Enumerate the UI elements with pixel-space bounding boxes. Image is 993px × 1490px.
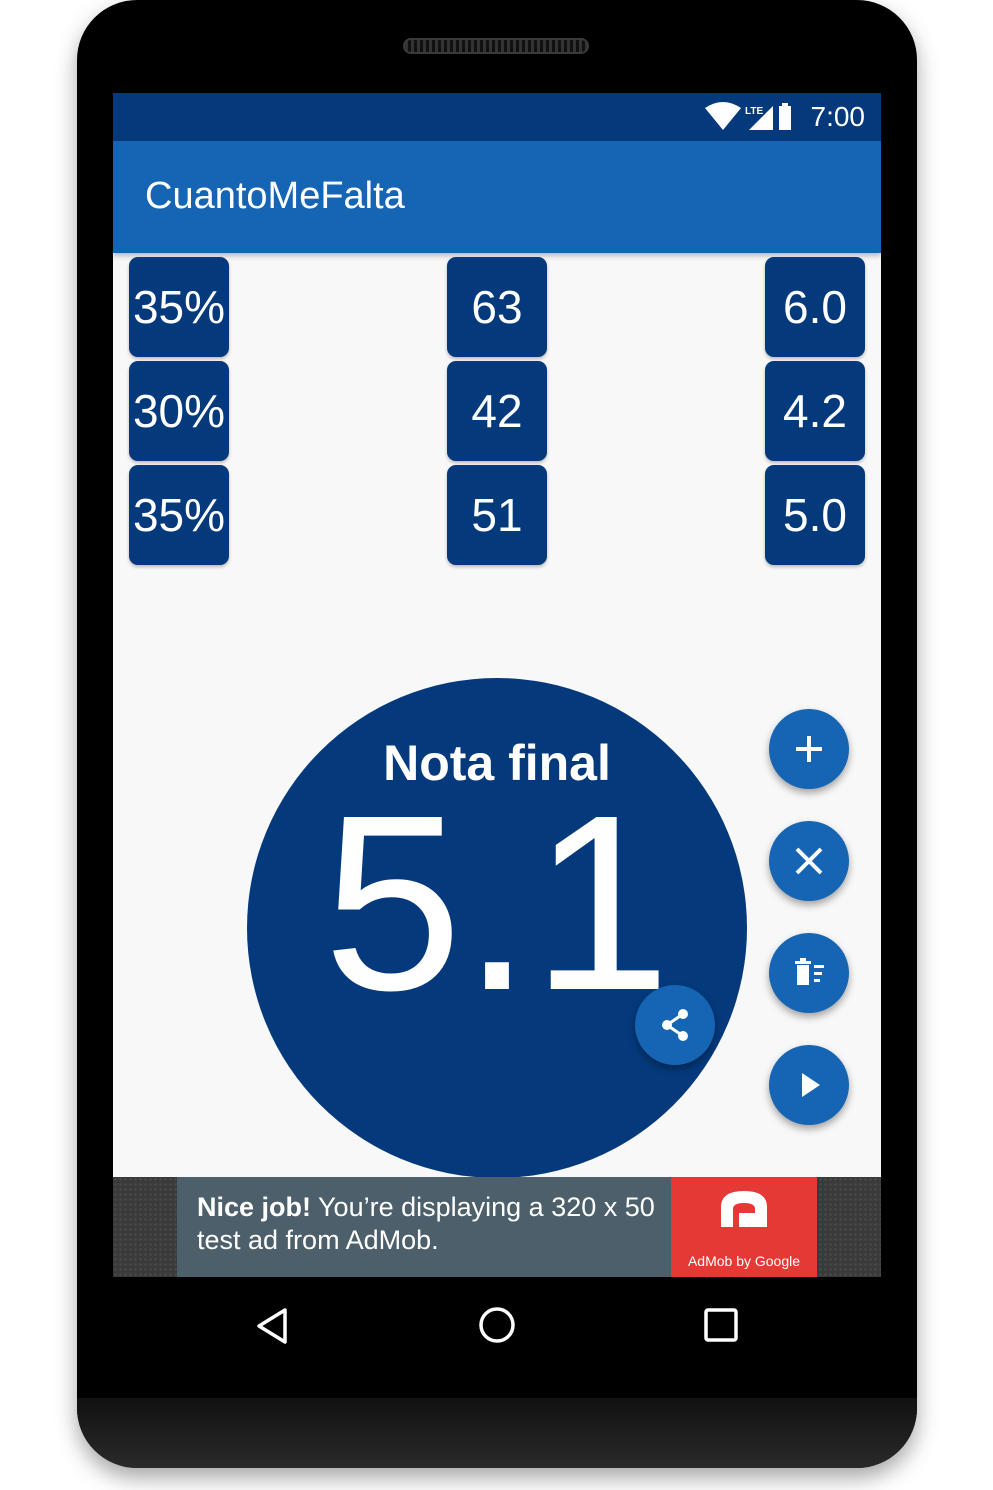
share-button[interactable] xyxy=(635,985,715,1065)
calculate-button[interactable] xyxy=(769,1045,849,1125)
ad-text-bold: Nice job! xyxy=(197,1192,312,1222)
weight-cell-1[interactable]: 35% xyxy=(129,257,229,357)
clear-all-button[interactable] xyxy=(769,933,849,1013)
ad-text: Nice job! You’re displaying a 320 x 50 t… xyxy=(197,1191,677,1257)
score-cell-3[interactable]: 51 xyxy=(447,465,547,565)
app-bar: CuantoMeFalta xyxy=(113,141,881,253)
screen: LTE 7:00 CuantoMeFalta 35% 63 6.0 30% 42… xyxy=(113,93,881,1277)
phone-chin xyxy=(77,1398,917,1468)
share-icon xyxy=(662,1009,688,1041)
score-cell-1[interactable]: 63 xyxy=(447,257,547,357)
back-icon[interactable] xyxy=(253,1306,293,1346)
ad-content[interactable]: Nice job! You’re displaying a 320 x 50 t… xyxy=(177,1177,817,1277)
app-title: CuantoMeFalta xyxy=(145,175,405,217)
grade-cell-1[interactable]: 6.0 xyxy=(765,257,865,357)
status-time: 7:00 xyxy=(810,101,866,132)
grade-cell-2[interactable]: 4.2 xyxy=(765,361,865,461)
earpiece-speaker xyxy=(403,38,589,54)
home-icon[interactable] xyxy=(477,1305,517,1345)
remove-row-button[interactable] xyxy=(769,821,849,901)
score-cell-2[interactable]: 42 xyxy=(447,361,547,461)
lte-label: LTE xyxy=(745,106,763,117)
clear-list-icon xyxy=(795,958,824,985)
status-bar: LTE 7:00 xyxy=(113,93,881,141)
wifi-icon xyxy=(705,102,741,130)
play-icon xyxy=(802,1073,820,1097)
battery-icon xyxy=(779,103,791,130)
add-row-button[interactable] xyxy=(769,709,849,789)
ad-banner[interactable]: Nice job! You’re displaying a 320 x 50 t… xyxy=(113,1177,881,1277)
signal-icon: LTE xyxy=(745,106,773,130)
add-icon xyxy=(796,736,822,762)
close-icon xyxy=(795,847,823,875)
admob-caption: AdMob by Google xyxy=(687,1253,801,1269)
weight-cell-3[interactable]: 35% xyxy=(129,465,229,565)
status-icons: LTE xyxy=(705,102,791,130)
recents-icon[interactable] xyxy=(702,1306,740,1344)
grade-cell-3[interactable]: 5.0 xyxy=(765,465,865,565)
weight-cell-2[interactable]: 30% xyxy=(129,361,229,461)
admob-icon xyxy=(721,1191,767,1227)
final-grade-circle: Nota final 5.1 xyxy=(247,678,747,1178)
phone-frame: LTE 7:00 CuantoMeFalta 35% 63 6.0 30% 42… xyxy=(77,0,917,1468)
admob-logo: AdMob by Google xyxy=(671,1177,817,1277)
